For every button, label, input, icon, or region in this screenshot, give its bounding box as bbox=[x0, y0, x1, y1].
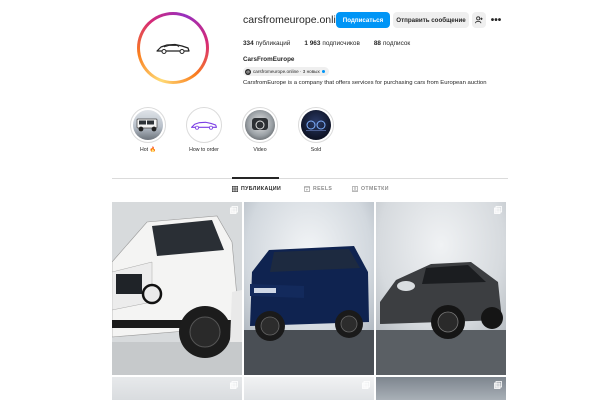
active-tab-indicator bbox=[232, 177, 279, 179]
highlight-label: Hot 🔥 bbox=[140, 147, 156, 153]
multiple-photos-icon bbox=[230, 206, 238, 214]
highlight-how-to-order[interactable]: How to order bbox=[184, 107, 224, 153]
threads-icon: @ bbox=[245, 68, 251, 75]
highlight-ring bbox=[186, 107, 222, 143]
tab-label: ПУБЛИКАЦИИ bbox=[241, 186, 282, 192]
highlight-hot[interactable]: Hot 🔥 bbox=[128, 107, 168, 153]
tab-tagged[interactable]: ОТМЕТКИ bbox=[352, 186, 389, 192]
mercedes-g-class-thumb bbox=[133, 110, 163, 140]
threads-badge[interactable]: @ carsfromeurope.online · 3 новых bbox=[243, 67, 329, 76]
tab-posts[interactable]: ПУБЛИКАЦИИ bbox=[232, 186, 281, 192]
dashboard-thumb bbox=[301, 110, 331, 140]
car-interior-thumb bbox=[245, 110, 275, 140]
car-logo-icon bbox=[156, 43, 190, 54]
post-grey-porsche-911[interactable] bbox=[376, 202, 506, 375]
profile-avatar[interactable] bbox=[137, 12, 209, 84]
dashboard-icon bbox=[306, 120, 326, 131]
tabs-divider bbox=[112, 178, 508, 179]
follow-button[interactable]: Подписаться bbox=[336, 12, 390, 28]
following-stat[interactable]: 88 подписок bbox=[374, 40, 410, 47]
car-logo-thumb bbox=[189, 110, 219, 140]
new-indicator-dot bbox=[321, 70, 325, 73]
tab-label: REELS bbox=[313, 186, 333, 192]
suv-icon bbox=[136, 118, 158, 132]
profile-bio: CarsfromEurope is a company that offers … bbox=[243, 80, 487, 86]
mercedes-g-class-photo bbox=[112, 202, 242, 375]
tagged-icon bbox=[352, 186, 358, 192]
reels-icon bbox=[304, 186, 310, 192]
avatar-inner-ring bbox=[140, 15, 206, 81]
porsche-911-photo bbox=[376, 202, 506, 375]
tab-label: ОТМЕТКИ bbox=[361, 186, 389, 192]
suggested-accounts-button[interactable] bbox=[472, 12, 486, 28]
multiple-photos-icon bbox=[362, 381, 370, 389]
steering-wheel-icon bbox=[252, 118, 268, 130]
grid-icon bbox=[232, 186, 238, 192]
highlight-ring bbox=[130, 107, 166, 143]
highlight-label: Video bbox=[253, 147, 267, 153]
post-white-mercedes-g-class[interactable] bbox=[112, 202, 242, 375]
highlight-ring bbox=[298, 107, 334, 143]
multiple-photos-icon bbox=[230, 381, 238, 389]
profile-display-name: CarsFromEurope bbox=[243, 56, 295, 63]
posts-stat: 334 публикаций bbox=[243, 40, 291, 47]
tab-reels[interactable]: REELS bbox=[304, 186, 332, 192]
multiple-photos-icon bbox=[494, 381, 502, 389]
send-message-button[interactable]: Отправить сообщение bbox=[393, 12, 469, 28]
add-person-icon bbox=[475, 16, 483, 24]
highlight-label: Sold bbox=[310, 147, 322, 153]
avatar-image bbox=[142, 17, 204, 79]
followers-stat[interactable]: 1 963 подписчиков bbox=[304, 40, 359, 47]
post-row2-item2[interactable] bbox=[244, 377, 374, 400]
profile-stats: 334 публикаций 1 963 подписчиков 88 подписо… bbox=[243, 40, 410, 47]
profile-username: carsfromeurope.online bbox=[243, 14, 348, 26]
post-row2-item3[interactable] bbox=[376, 377, 506, 400]
threads-handle: carsfromeurope.online · 3 новых bbox=[253, 69, 320, 74]
post-blue-range-rover[interactable] bbox=[244, 202, 374, 375]
highlight-label: How to order bbox=[189, 147, 219, 153]
post-row2-item1[interactable] bbox=[112, 377, 242, 400]
highlight-video[interactable]: Video bbox=[240, 107, 280, 153]
range-rover-photo bbox=[244, 202, 374, 375]
more-options-button[interactable]: ••• bbox=[489, 12, 503, 28]
highlight-ring bbox=[242, 107, 278, 143]
car-logo-icon bbox=[191, 121, 217, 130]
multiple-photos-icon bbox=[494, 206, 502, 214]
highlight-sold[interactable]: Sold bbox=[296, 107, 336, 153]
